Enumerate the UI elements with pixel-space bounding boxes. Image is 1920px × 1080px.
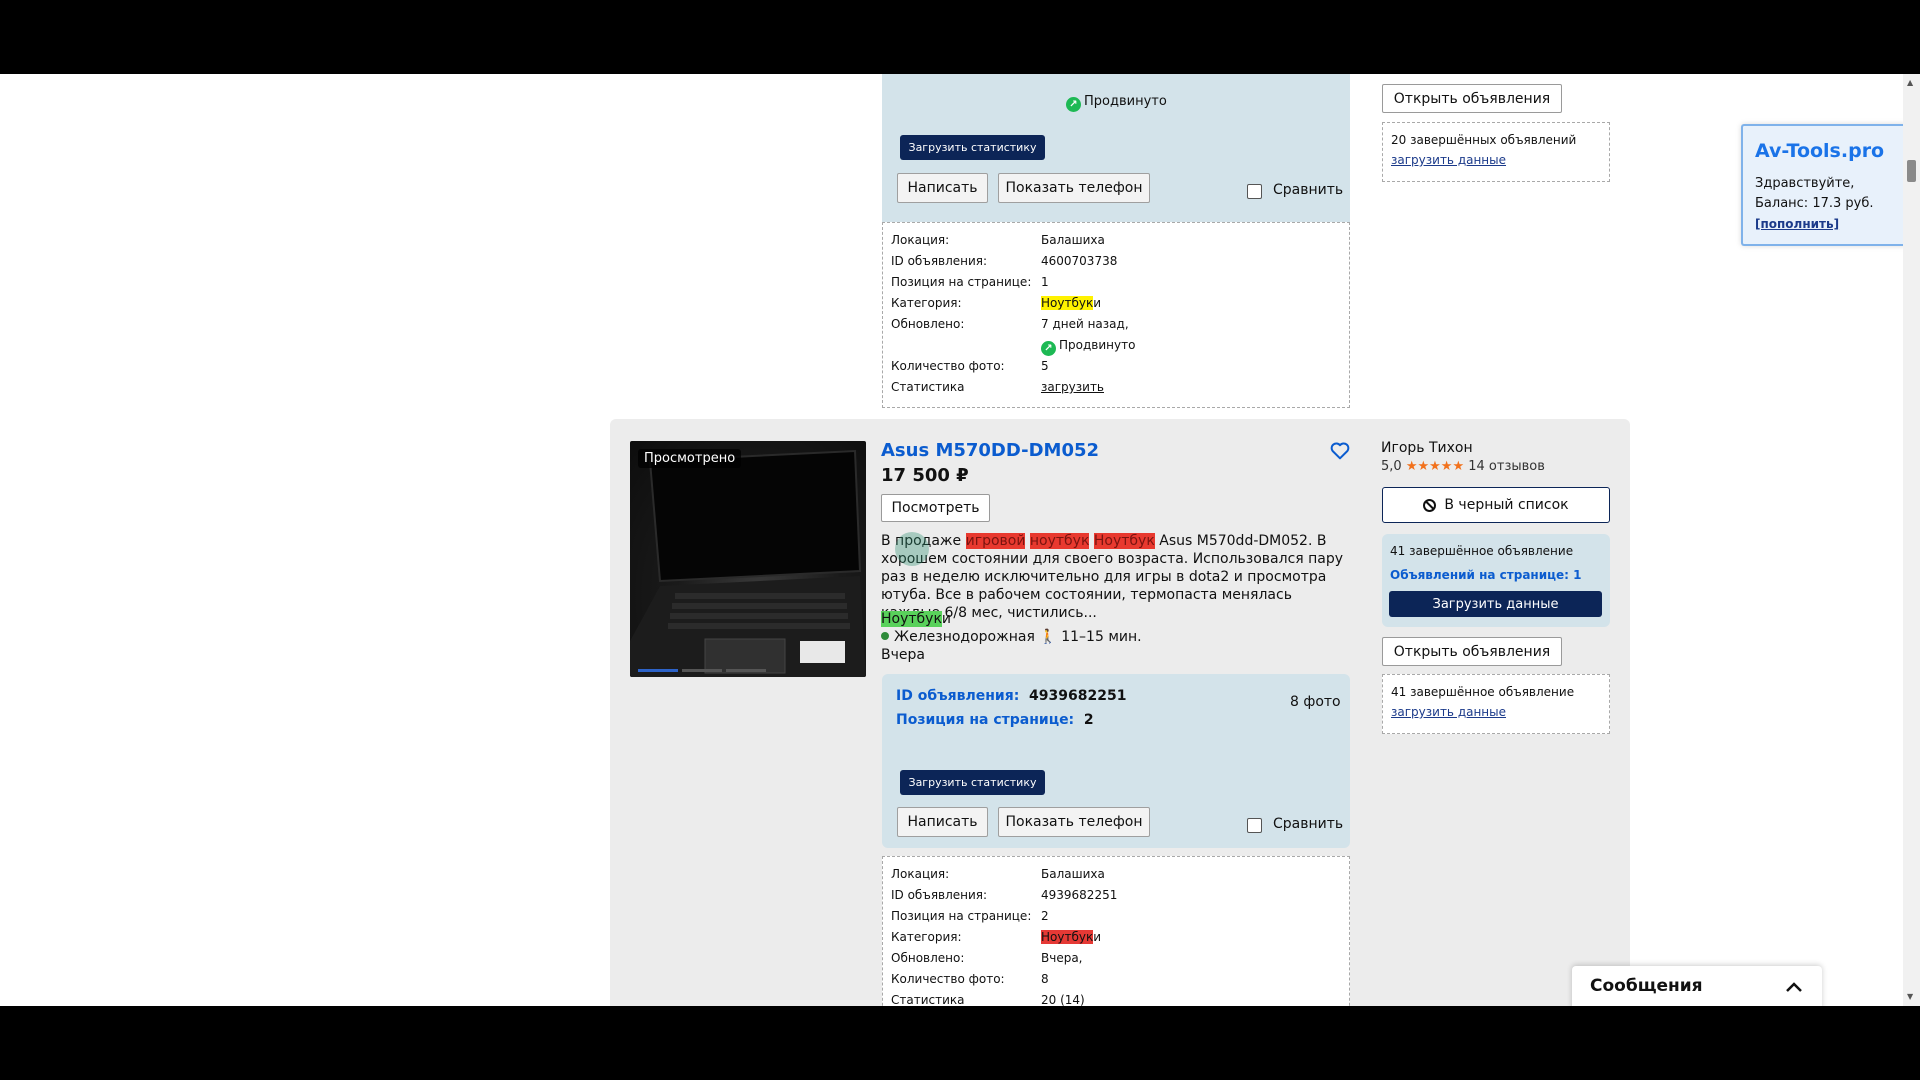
write-button[interactable]: Написать — [897, 807, 988, 837]
avtools-greeting: Здравствуйте, — [1755, 176, 1855, 191]
avtools-title: Av-Tools.pro — [1755, 140, 1885, 162]
detail-photos-value: 8 — [1041, 972, 1049, 986]
scroll-thumb[interactable] — [1907, 160, 1916, 182]
panel-position: Позиция на странице: 2 — [896, 712, 1094, 728]
panel-id: ID объявления: 4939682251 — [896, 688, 1127, 704]
scroll-up-arrow-icon[interactable]: ▲ — [1907, 78, 1913, 87]
listing-date: Вчера — [881, 647, 925, 663]
messages-label: Сообщения — [1590, 976, 1703, 996]
top-open-ads-button[interactable]: Открыть объявления — [1382, 84, 1562, 113]
blacklist-button[interactable]: В черный список — [1382, 487, 1610, 523]
detail-position-value: 2 — [1041, 909, 1049, 923]
seller-name[interactable]: Игорь Тихон — [1381, 440, 1473, 456]
detail-stats-value: 20 (14) — [1041, 993, 1085, 1006]
detail-id-label: ID объявления: — [891, 888, 988, 902]
listing-description: В продаже игровой ноутбук Ноутбук Asus M… — [881, 533, 1344, 621]
load-data-link[interactable]: загрузить данные — [1391, 705, 1506, 719]
listing-metro: Железнодорожная 🚶 11–15 мин. — [881, 629, 1142, 645]
metro-dot-icon — [881, 632, 889, 640]
compare-checkbox[interactable] — [1247, 818, 1262, 833]
detail-location-label: Локация: — [891, 233, 950, 247]
cursor-click-indicator — [895, 532, 929, 566]
rating-stars-icon: ★★★★★ — [1405, 459, 1465, 474]
detail-id-value: 4939682251 — [1041, 888, 1118, 902]
messages-panel[interactable]: Сообщения — [1572, 966, 1822, 1006]
walk-icon: 🚶 — [1039, 629, 1057, 645]
avtools-widget: Av-Tools.pro Здравствуйте, Баланс: 17.3 … — [1741, 124, 1906, 246]
scroll-down-arrow-icon[interactable]: ▼ — [1907, 992, 1913, 1001]
laptop-photo-art — [630, 449, 866, 677]
top-completed-text: 20 завершённых объявлений — [1391, 133, 1577, 147]
listing-photo[interactable] — [630, 441, 866, 677]
top-promo-status: ↗ Продвинуто — [1066, 94, 1167, 112]
avtools-topup-link[interactable]: [пополнить] — [1755, 217, 1839, 231]
listing-details-box: Локация: Балашиха ID объявления: 4939682… — [882, 856, 1350, 1006]
chevron-up-icon[interactable] — [1785, 979, 1803, 993]
detail-id-value: 4600703738 — [1041, 254, 1118, 268]
detail-updated-value: 7 дней назад, — [1041, 317, 1129, 331]
detail-updated-label: Обновлено: — [891, 317, 965, 331]
view-button[interactable]: Посмотреть — [881, 494, 990, 522]
detail-location-value: Балашиха — [1041, 867, 1105, 881]
load-data-button[interactable]: Загрузить данные — [1389, 591, 1602, 617]
top-details-box: Локация: Балашиха ID объявления: 4600703… — [882, 222, 1350, 408]
favorite-heart-icon[interactable] — [1330, 442, 1350, 460]
show-phone-button[interactable]: Показать телефон — [998, 807, 1150, 837]
open-ads-button[interactable]: Открыть объявления — [1382, 637, 1562, 666]
listing-category: Ноутбуки — [881, 611, 952, 627]
detail-stats-load-link[interactable]: загрузить — [1041, 380, 1104, 394]
ads-per-page-text: Объявлений на странице: 1 — [1390, 568, 1582, 582]
completed-ads-text: 41 завершённое объявление — [1390, 544, 1574, 558]
page-scrollbar[interactable]: ▲ ▼ — [1903, 74, 1920, 1006]
seller-stats-box: 41 завершённое объявление Объявлений на … — [1382, 534, 1610, 627]
detail-location-value: Балашиха — [1041, 233, 1105, 247]
detail-id-label: ID объявления: — [891, 254, 988, 268]
avtools-balance: Баланс: 17.3 руб. — [1755, 196, 1874, 211]
detail-updated-value: Вчера, — [1041, 951, 1083, 965]
detail-updated-label: Обновлено: — [891, 951, 965, 965]
detail-stats-label: Статистика — [891, 380, 965, 394]
top-write-button[interactable]: Написать — [897, 173, 988, 203]
top-load-data-link[interactable]: загрузить данные — [1391, 153, 1506, 167]
detail-position-value: 1 — [1041, 275, 1049, 289]
detail-stats-label: Статистика — [891, 993, 965, 1006]
listing-title[interactable]: Asus M570DD-DM052 — [881, 440, 1099, 461]
detail-position-label: Позиция на странице: — [891, 909, 1032, 923]
top-load-stats-button[interactable]: Загрузить статистику — [900, 135, 1045, 160]
detail-category-label: Категория: — [891, 296, 962, 310]
top-compare-checkbox[interactable] — [1247, 184, 1262, 199]
detail-category-label: Категория: — [891, 930, 962, 944]
page-viewport: ↗ Продвинуто Загрузить статистику Написат… — [0, 74, 1920, 1006]
detail-location-label: Локация: — [891, 867, 950, 881]
top-compare-label: Сравнить — [1273, 182, 1344, 198]
detail-photos-label: Количество фото: — [891, 972, 1005, 986]
detail-category-value: Ноутбуки — [1041, 930, 1102, 944]
detail-position-label: Позиция на странице: — [891, 275, 1032, 289]
detail-updated-promo: ↗ Продвинуто — [1041, 338, 1135, 356]
seller-rating: 5,0 ★★★★★ 14 отзывов — [1381, 459, 1545, 474]
block-icon — [1423, 498, 1437, 512]
promo-icon: ↗ — [1041, 341, 1056, 356]
panel-photos-count: 8 фото — [1290, 694, 1341, 710]
detail-photos-label: Количество фото: — [891, 359, 1005, 373]
detail-photos-value: 5 — [1041, 359, 1049, 373]
listing-price: 17 500 ₽ — [881, 465, 969, 486]
viewed-badge: Просмотрено — [638, 449, 742, 468]
top-completed-box: 20 завершённых объявлений загрузить данн… — [1382, 122, 1610, 182]
top-show-phone-button[interactable]: Показать телефон — [998, 173, 1150, 203]
detail-category-value: Ноутбуки — [1041, 296, 1102, 310]
completed-text-2: 41 завершённое объявление — [1391, 685, 1575, 699]
completed-box: 41 завершённое объявление загрузить данн… — [1382, 674, 1610, 734]
promo-icon: ↗ — [1066, 97, 1081, 112]
compare-label: Сравнить — [1273, 816, 1344, 832]
load-stats-button[interactable]: Загрузить статистику — [900, 770, 1045, 795]
